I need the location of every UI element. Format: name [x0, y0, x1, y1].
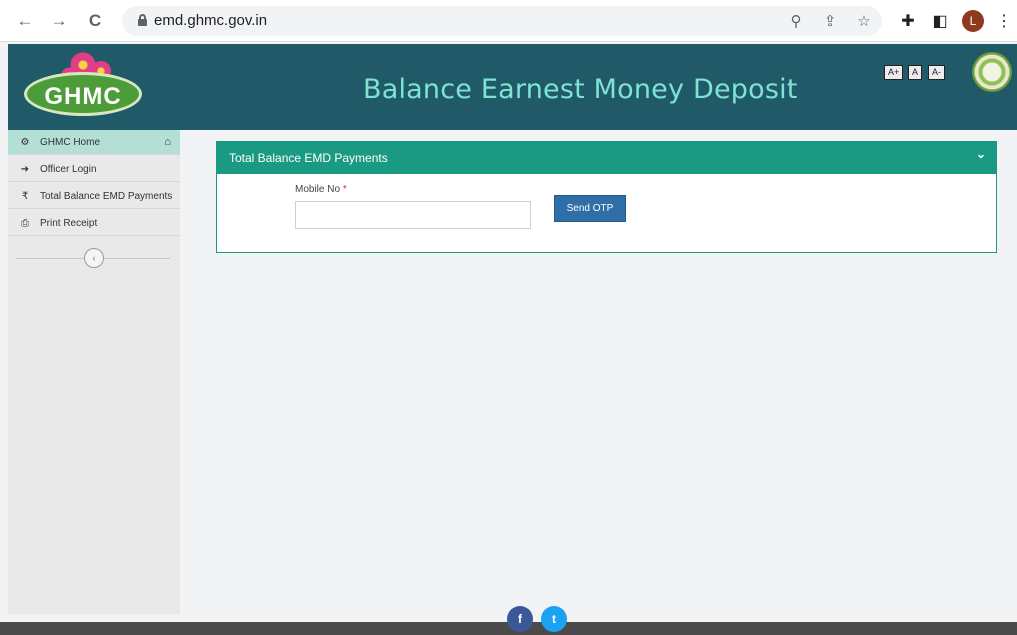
sign-in-icon: ➜ [20, 163, 30, 175]
mobile-label: Mobile No * [295, 184, 347, 195]
site-header: GHMC Balance Earnest Money Deposit A+ A … [8, 44, 1017, 130]
browser-toolbar: ← → C emd.ghmc.gov.in ⚲ ⇪ ☆ ✚ ◧ L ⋮ [0, 0, 1017, 42]
profile-avatar[interactable]: L [962, 10, 984, 32]
address-bar[interactable]: emd.ghmc.gov.in ⚲ ⇪ ☆ [122, 6, 882, 36]
page-title: Balance Earnest Money Deposit [363, 74, 798, 105]
sidebar-item-label: Officer Login [40, 163, 97, 175]
font-reset-button[interactable]: A [908, 65, 923, 80]
forward-icon[interactable]: → [46, 8, 72, 34]
state-emblem-icon [972, 52, 1012, 92]
print-icon: ⎙ [21, 217, 29, 229]
twitter-icon[interactable]: t [541, 606, 567, 632]
home-icon: ⌂ [164, 136, 171, 148]
font-decrease-button[interactable]: A- [928, 65, 945, 80]
font-increase-button[interactable]: A+ [884, 65, 904, 80]
dashboard-icon: ⚙ [20, 136, 30, 148]
panel-title: Total Balance EMD Payments [229, 151, 388, 165]
sidebar-item-officer-login[interactable]: ➜ Officer Login [8, 157, 180, 182]
sidebar-collapse-button[interactable]: ‹ [84, 248, 104, 268]
emd-payments-panel: Total Balance EMD Payments ⌄ Mobile No *… [216, 141, 997, 253]
share-icon[interactable]: ⇪ [820, 11, 840, 31]
sidebar-item-print-receipt[interactable]: ⎙ Print Receipt [8, 211, 180, 236]
sidebar-item-total-balance-emd[interactable]: ₹ Total Balance EMD Payments [8, 184, 180, 209]
panel-header[interactable]: Total Balance EMD Payments ⌄ [217, 142, 996, 174]
extensions-icon[interactable]: ✚ [896, 9, 920, 33]
chevron-down-icon[interactable]: ⌄ [976, 147, 986, 161]
reload-icon[interactable]: C [82, 8, 108, 34]
zoom-icon[interactable]: ⚲ [786, 11, 806, 31]
logo-text: GHMC [44, 83, 122, 110]
bookmark-star-icon[interactable]: ☆ [854, 11, 874, 31]
mobile-label-text: Mobile No [295, 184, 341, 195]
sidebar-item-label: Print Receipt [40, 217, 98, 229]
sidebar: ⚙ GHMC Home ⌂ ➜ Officer Login ₹ Total Ba… [8, 130, 180, 614]
sidebar-item-ghmc-home[interactable]: ⚙ GHMC Home ⌂ [8, 130, 180, 155]
send-otp-button[interactable]: Send OTP [554, 195, 626, 222]
url-text: emd.ghmc.gov.in [154, 12, 268, 29]
rupee-icon: ₹ [21, 190, 29, 202]
sidebar-item-label: Total Balance EMD Payments [40, 190, 173, 202]
mobile-number-input[interactable] [295, 201, 531, 229]
facebook-icon[interactable]: f [507, 606, 533, 632]
side-panel-icon[interactable]: ◧ [928, 9, 952, 33]
lock-icon [138, 14, 147, 26]
ghmc-logo[interactable]: GHMC [22, 52, 144, 120]
required-mark: * [342, 184, 347, 195]
sidebar-item-label: GHMC Home [40, 136, 101, 148]
browser-menu-icon[interactable]: ⋮ [992, 9, 1016, 33]
back-icon[interactable]: ← [12, 8, 38, 34]
